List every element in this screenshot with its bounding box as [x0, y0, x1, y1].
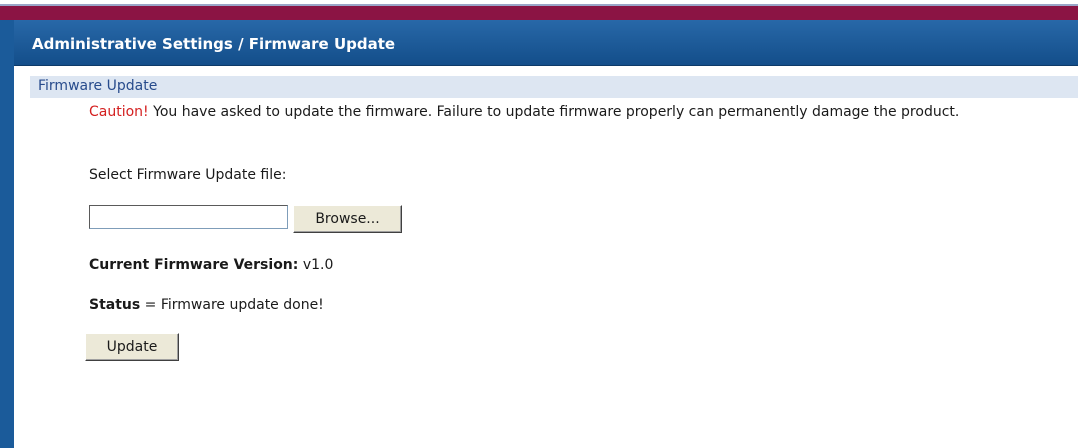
caution-label: Caution! — [89, 104, 149, 120]
firmware-version-row: Current Firmware Version: v1.0 — [89, 257, 333, 273]
update-button[interactable]: Update — [85, 333, 179, 361]
browse-button[interactable]: Browse... — [293, 205, 402, 233]
section-title: Firmware Update — [38, 78, 158, 94]
caution-message: Caution! You have asked to update the fi… — [89, 103, 1049, 121]
firmware-file-input[interactable] — [89, 205, 288, 229]
page-title: Administrative Settings / Firmware Updat… — [32, 35, 396, 53]
firmware-version-value: v1.0 — [298, 257, 334, 273]
status-label: Status — [89, 297, 141, 313]
firmware-version-label: Current Firmware Version: — [89, 257, 299, 273]
caution-text: Caution! You have asked to update the fi… — [89, 103, 1049, 121]
status-value: = Firmware update done! — [140, 297, 324, 313]
page-title-bar: Administrative Settings / Firmware Updat… — [14, 20, 1078, 66]
file-select-label: Select Firmware Update file: — [89, 167, 287, 183]
section-header: Firmware Update — [30, 76, 1078, 98]
brand-bar — [0, 6, 1078, 21]
caution-body: You have asked to update the firmware. F… — [148, 104, 960, 120]
top-strip — [0, 0, 1078, 6]
status-row: Status = Firmware update done! — [89, 297, 324, 313]
